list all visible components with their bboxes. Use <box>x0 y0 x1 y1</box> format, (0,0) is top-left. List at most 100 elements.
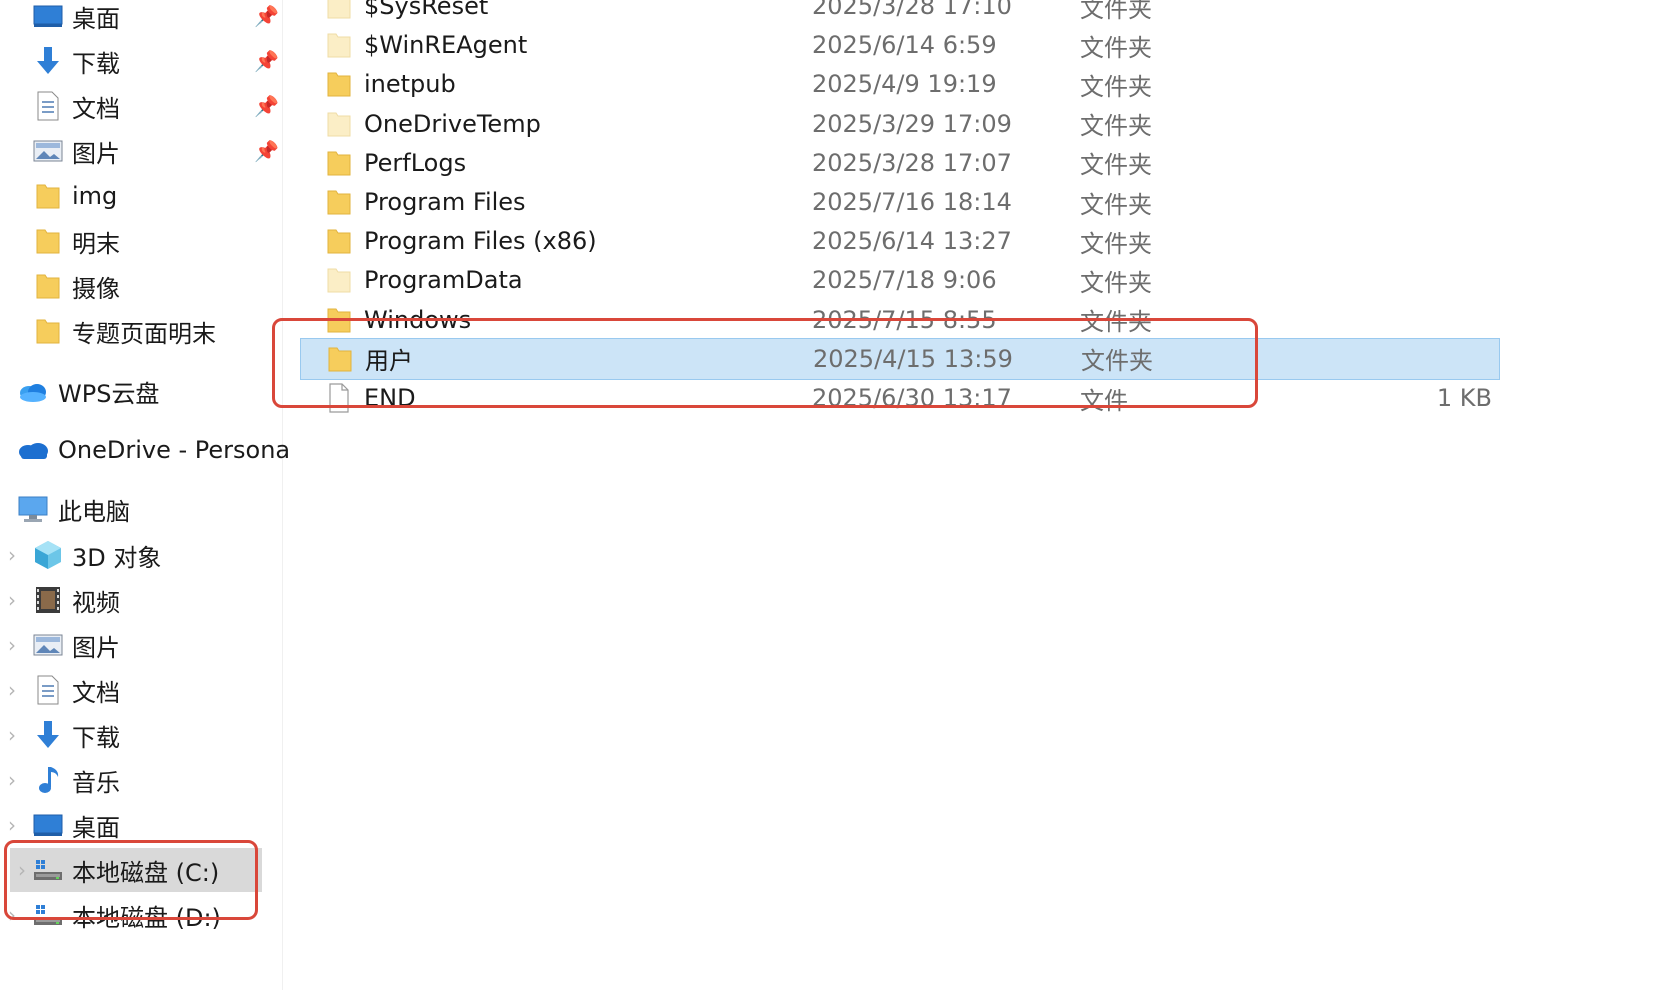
file-icon <box>326 383 352 413</box>
quick-access-item[interactable]: 文档 📌 <box>0 84 282 128</box>
computer-icon <box>17 493 49 525</box>
file-date-modified: 2025/7/15 8:55 <box>812 305 997 334</box>
folder-icon <box>327 344 353 374</box>
file-name: PerfLogs <box>364 148 467 177</box>
file-row[interactable]: $WinREAgent 2025/6/14 6:59 文件夹 <box>300 24 1500 66</box>
file-name: inetpub <box>364 70 456 99</box>
quick-access-item[interactable]: img <box>0 174 282 218</box>
pin-icon[interactable]: 📌 <box>254 139 279 163</box>
nav-item-label: 桌面 <box>72 4 120 33</box>
expand-chevron-icon[interactable]: › <box>6 903 18 927</box>
nav-this-pc[interactable]: 此电脑 <box>0 487 282 531</box>
nav-item-label: 下载 <box>72 723 120 752</box>
folder-icon <box>32 315 64 347</box>
nav-item-label: 图片 <box>72 139 120 168</box>
nav-item-label: OneDrive - Persona <box>58 436 291 464</box>
this-pc-child-item[interactable]: › 图片 <box>0 623 282 667</box>
nav-item-label: 文档 <box>72 94 120 123</box>
file-size: 1 KB <box>1436 384 1492 412</box>
quick-access-item[interactable]: 下载 📌 <box>0 39 282 83</box>
nav-item-label: 音乐 <box>72 768 120 797</box>
file-row[interactable]: 用户 2025/4/15 13:59 文件夹 <box>300 337 1500 380</box>
nav-item-label: 专题页面明末 <box>72 319 216 348</box>
file-name: END <box>364 384 416 412</box>
file-row[interactable]: OneDriveTemp 2025/3/29 17:09 文件夹 <box>300 103 1500 145</box>
this-pc-child-item[interactable]: › 视频 <box>0 578 282 622</box>
this-pc-child-item[interactable]: › 本地磁盘 (C:) <box>10 848 262 892</box>
expand-chevron-icon[interactable]: › <box>6 723 18 747</box>
nav-item-label: 本地磁盘 (D:) <box>72 903 221 932</box>
file-date-modified: 2025/4/15 13:59 <box>813 344 1013 373</box>
expand-chevron-icon[interactable]: › <box>6 543 18 567</box>
document-icon <box>32 674 64 706</box>
expand-chevron-icon[interactable]: › <box>6 633 18 657</box>
expand-chevron-icon[interactable]: › <box>16 858 28 882</box>
navigation-pane: 桌面 📌 下载 📌 文档 📌 图片 📌 img 明末 摄像 专题页面明末 WPS… <box>0 0 290 990</box>
nav-item-label: WPS云盘 <box>58 379 160 408</box>
file-row[interactable]: END 2025/6/30 13:17 文件 1 KB <box>300 377 1500 419</box>
file-type: 文件夹 <box>1081 347 1153 376</box>
file-row[interactable]: $SysReset 2025/3/28 17:10 文件夹 <box>300 0 1500 27</box>
quick-access-item[interactable]: 明末 <box>0 219 282 263</box>
file-type: 文件夹 <box>1080 229 1152 258</box>
onedrive-cloud-icon <box>17 434 49 466</box>
folder-icon <box>326 109 352 139</box>
this-pc-child-item[interactable]: › 桌面 <box>0 803 282 847</box>
file-type: 文件夹 <box>1080 268 1152 297</box>
file-row[interactable]: inetpub 2025/4/9 19:19 文件夹 <box>300 63 1500 105</box>
file-row[interactable]: ProgramData 2025/7/18 9:06 文件夹 <box>300 259 1500 301</box>
expand-chevron-icon[interactable]: › <box>6 678 18 702</box>
this-pc-child-item[interactable]: › 文档 <box>0 668 282 712</box>
nav-item-label: 视频 <box>72 588 120 617</box>
file-name: Program Files (x86) <box>364 227 597 256</box>
nav-wps-cloud[interactable]: WPS云盘 <box>0 369 282 413</box>
folder-icon <box>326 226 352 256</box>
file-row[interactable]: PerfLogs 2025/3/28 17:07 文件夹 <box>300 142 1500 184</box>
folder-icon <box>326 69 352 99</box>
nav-item-label: 此电脑 <box>58 497 130 526</box>
file-name: Program Files <box>364 188 526 216</box>
file-name: $SysReset <box>364 0 489 20</box>
nav-item-label: 摄像 <box>72 274 120 303</box>
pin-icon[interactable]: 📌 <box>254 49 279 73</box>
nav-item-label: 3D 对象 <box>72 543 162 572</box>
folder-icon <box>326 0 352 21</box>
file-date-modified: 2025/6/30 13:17 <box>812 384 1012 412</box>
picture-icon <box>32 629 64 661</box>
file-row[interactable]: Windows 2025/7/15 8:55 文件夹 <box>300 299 1500 341</box>
quick-access-item[interactable]: 桌面 📌 <box>0 0 282 38</box>
this-pc-child-item[interactable]: › 音乐 <box>0 758 282 802</box>
pin-icon[interactable]: 📌 <box>254 94 279 118</box>
wps-cloud-icon <box>17 375 49 407</box>
nav-onedrive[interactable]: OneDrive - Persona <box>0 428 290 472</box>
file-date-modified: 2025/3/29 17:09 <box>812 109 1012 138</box>
pin-icon[interactable]: 📌 <box>254 4 279 28</box>
nav-item-label: 文档 <box>72 678 120 707</box>
quick-access-item[interactable]: 图片 📌 <box>0 129 282 173</box>
file-name: Windows <box>364 305 472 334</box>
this-pc-child-item[interactable]: › 3D 对象 <box>0 533 282 577</box>
quick-access-item[interactable]: 专题页面明末 <box>0 309 282 353</box>
file-name: 用户 <box>365 347 413 376</box>
file-date-modified: 2025/7/18 9:06 <box>812 266 997 295</box>
file-type: 文件夹 <box>1080 190 1152 219</box>
3d-objects-icon <box>32 539 64 571</box>
expand-chevron-icon[interactable]: › <box>6 588 18 612</box>
file-type: 文件 <box>1080 386 1128 415</box>
nav-item-label: 明末 <box>72 229 120 258</box>
this-pc-child-item[interactable]: › 下载 <box>0 713 282 757</box>
folder-icon <box>326 265 352 295</box>
this-pc-child-item[interactable]: › 本地磁盘 (D:) <box>0 893 282 937</box>
file-date-modified: 2025/6/14 13:27 <box>812 227 1012 256</box>
file-row[interactable]: Program Files (x86) 2025/6/14 13:27 文件夹 <box>300 220 1500 262</box>
nav-item-label: 本地磁盘 (C:) <box>72 858 220 887</box>
folder-icon <box>32 225 64 257</box>
expand-chevron-icon[interactable]: › <box>6 768 18 792</box>
file-row[interactable]: Program Files 2025/7/16 18:14 文件夹 <box>300 181 1500 223</box>
file-list: $SysReset 2025/3/28 17:10 文件夹 $WinREAgent 2… <box>300 0 1640 990</box>
folder-icon <box>32 180 64 212</box>
quick-access-item[interactable]: 摄像 <box>0 264 282 308</box>
nav-item-label: img <box>72 182 118 210</box>
video-icon <box>32 584 64 616</box>
expand-chevron-icon[interactable]: › <box>6 813 18 837</box>
